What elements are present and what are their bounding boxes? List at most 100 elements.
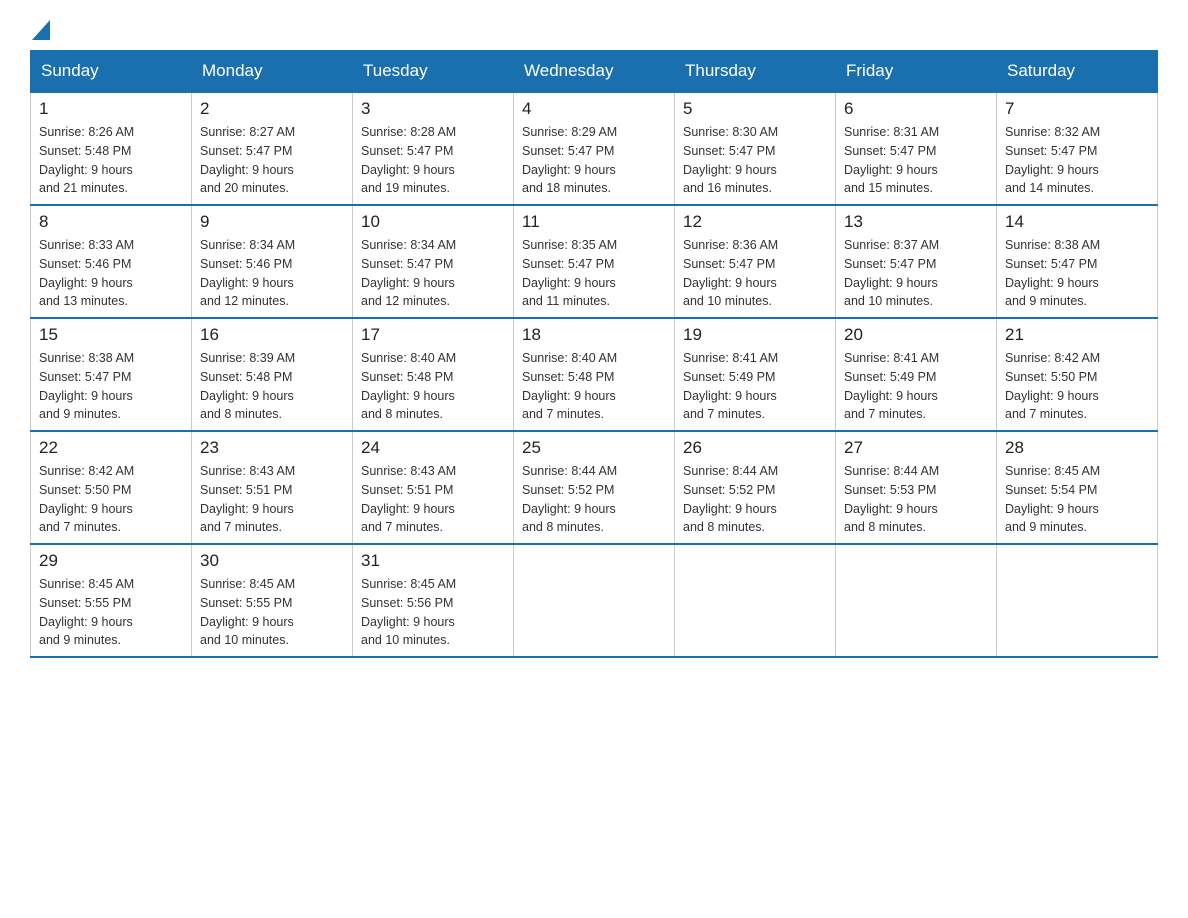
calendar-cell: 30 Sunrise: 8:45 AMSunset: 5:55 PMDaylig… <box>192 544 353 657</box>
day-number: 5 <box>683 99 827 119</box>
calendar-week-row: 8 Sunrise: 8:33 AMSunset: 5:46 PMDayligh… <box>31 205 1158 318</box>
calendar-cell: 24 Sunrise: 8:43 AMSunset: 5:51 PMDaylig… <box>353 431 514 544</box>
day-info: Sunrise: 8:41 AMSunset: 5:49 PMDaylight:… <box>844 349 988 424</box>
day-info: Sunrise: 8:38 AMSunset: 5:47 PMDaylight:… <box>39 349 183 424</box>
calendar-cell: 14 Sunrise: 8:38 AMSunset: 5:47 PMDaylig… <box>997 205 1158 318</box>
day-number: 8 <box>39 212 183 232</box>
day-number: 24 <box>361 438 505 458</box>
day-info: Sunrise: 8:35 AMSunset: 5:47 PMDaylight:… <box>522 236 666 311</box>
day-info: Sunrise: 8:28 AMSunset: 5:47 PMDaylight:… <box>361 123 505 198</box>
calendar-cell: 21 Sunrise: 8:42 AMSunset: 5:50 PMDaylig… <box>997 318 1158 431</box>
weekday-header-row: SundayMondayTuesdayWednesdayThursdayFrid… <box>31 51 1158 93</box>
day-number: 7 <box>1005 99 1149 119</box>
day-number: 9 <box>200 212 344 232</box>
day-info: Sunrise: 8:44 AMSunset: 5:52 PMDaylight:… <box>522 462 666 537</box>
day-number: 18 <box>522 325 666 345</box>
calendar-cell: 11 Sunrise: 8:35 AMSunset: 5:47 PMDaylig… <box>514 205 675 318</box>
day-info: Sunrise: 8:40 AMSunset: 5:48 PMDaylight:… <box>361 349 505 424</box>
calendar-cell: 7 Sunrise: 8:32 AMSunset: 5:47 PMDayligh… <box>997 92 1158 205</box>
calendar-cell: 27 Sunrise: 8:44 AMSunset: 5:53 PMDaylig… <box>836 431 997 544</box>
day-info: Sunrise: 8:41 AMSunset: 5:49 PMDaylight:… <box>683 349 827 424</box>
day-info: Sunrise: 8:39 AMSunset: 5:48 PMDaylight:… <box>200 349 344 424</box>
day-number: 1 <box>39 99 183 119</box>
day-info: Sunrise: 8:44 AMSunset: 5:52 PMDaylight:… <box>683 462 827 537</box>
day-info: Sunrise: 8:44 AMSunset: 5:53 PMDaylight:… <box>844 462 988 537</box>
day-number: 28 <box>1005 438 1149 458</box>
calendar-cell: 22 Sunrise: 8:42 AMSunset: 5:50 PMDaylig… <box>31 431 192 544</box>
calendar-cell <box>997 544 1158 657</box>
calendar-cell: 20 Sunrise: 8:41 AMSunset: 5:49 PMDaylig… <box>836 318 997 431</box>
day-number: 23 <box>200 438 344 458</box>
day-info: Sunrise: 8:34 AMSunset: 5:46 PMDaylight:… <box>200 236 344 311</box>
calendar-cell: 5 Sunrise: 8:30 AMSunset: 5:47 PMDayligh… <box>675 92 836 205</box>
weekday-header-sunday: Sunday <box>31 51 192 93</box>
calendar-cell: 12 Sunrise: 8:36 AMSunset: 5:47 PMDaylig… <box>675 205 836 318</box>
calendar-cell: 9 Sunrise: 8:34 AMSunset: 5:46 PMDayligh… <box>192 205 353 318</box>
calendar-table: SundayMondayTuesdayWednesdayThursdayFrid… <box>30 50 1158 658</box>
day-number: 13 <box>844 212 988 232</box>
calendar-week-row: 29 Sunrise: 8:45 AMSunset: 5:55 PMDaylig… <box>31 544 1158 657</box>
day-info: Sunrise: 8:31 AMSunset: 5:47 PMDaylight:… <box>844 123 988 198</box>
day-number: 19 <box>683 325 827 345</box>
day-number: 2 <box>200 99 344 119</box>
calendar-cell: 4 Sunrise: 8:29 AMSunset: 5:47 PMDayligh… <box>514 92 675 205</box>
weekday-header-tuesday: Tuesday <box>353 51 514 93</box>
calendar-week-row: 1 Sunrise: 8:26 AMSunset: 5:48 PMDayligh… <box>31 92 1158 205</box>
day-number: 26 <box>683 438 827 458</box>
calendar-week-row: 15 Sunrise: 8:38 AMSunset: 5:47 PMDaylig… <box>31 318 1158 431</box>
day-number: 3 <box>361 99 505 119</box>
day-info: Sunrise: 8:34 AMSunset: 5:47 PMDaylight:… <box>361 236 505 311</box>
calendar-cell: 19 Sunrise: 8:41 AMSunset: 5:49 PMDaylig… <box>675 318 836 431</box>
day-info: Sunrise: 8:43 AMSunset: 5:51 PMDaylight:… <box>361 462 505 537</box>
day-info: Sunrise: 8:42 AMSunset: 5:50 PMDaylight:… <box>39 462 183 537</box>
day-info: Sunrise: 8:26 AMSunset: 5:48 PMDaylight:… <box>39 123 183 198</box>
weekday-header-wednesday: Wednesday <box>514 51 675 93</box>
day-number: 27 <box>844 438 988 458</box>
day-info: Sunrise: 8:45 AMSunset: 5:55 PMDaylight:… <box>39 575 183 650</box>
day-info: Sunrise: 8:42 AMSunset: 5:50 PMDaylight:… <box>1005 349 1149 424</box>
day-number: 4 <box>522 99 666 119</box>
calendar-cell: 31 Sunrise: 8:45 AMSunset: 5:56 PMDaylig… <box>353 544 514 657</box>
calendar-cell: 10 Sunrise: 8:34 AMSunset: 5:47 PMDaylig… <box>353 205 514 318</box>
day-info: Sunrise: 8:27 AMSunset: 5:47 PMDaylight:… <box>200 123 344 198</box>
day-info: Sunrise: 8:40 AMSunset: 5:48 PMDaylight:… <box>522 349 666 424</box>
day-info: Sunrise: 8:45 AMSunset: 5:54 PMDaylight:… <box>1005 462 1149 537</box>
calendar-cell: 26 Sunrise: 8:44 AMSunset: 5:52 PMDaylig… <box>675 431 836 544</box>
day-number: 20 <box>844 325 988 345</box>
calendar-cell: 25 Sunrise: 8:44 AMSunset: 5:52 PMDaylig… <box>514 431 675 544</box>
day-number: 14 <box>1005 212 1149 232</box>
calendar-week-row: 22 Sunrise: 8:42 AMSunset: 5:50 PMDaylig… <box>31 431 1158 544</box>
calendar-cell <box>836 544 997 657</box>
calendar-cell <box>675 544 836 657</box>
day-info: Sunrise: 8:37 AMSunset: 5:47 PMDaylight:… <box>844 236 988 311</box>
day-info: Sunrise: 8:32 AMSunset: 5:47 PMDaylight:… <box>1005 123 1149 198</box>
weekday-header-saturday: Saturday <box>997 51 1158 93</box>
day-info: Sunrise: 8:45 AMSunset: 5:56 PMDaylight:… <box>361 575 505 650</box>
day-info: Sunrise: 8:30 AMSunset: 5:47 PMDaylight:… <box>683 123 827 198</box>
day-number: 12 <box>683 212 827 232</box>
day-number: 17 <box>361 325 505 345</box>
calendar-cell: 29 Sunrise: 8:45 AMSunset: 5:55 PMDaylig… <box>31 544 192 657</box>
calendar-cell: 6 Sunrise: 8:31 AMSunset: 5:47 PMDayligh… <box>836 92 997 205</box>
day-number: 31 <box>361 551 505 571</box>
day-number: 29 <box>39 551 183 571</box>
logo <box>30 20 50 40</box>
calendar-cell: 2 Sunrise: 8:27 AMSunset: 5:47 PMDayligh… <box>192 92 353 205</box>
calendar-cell: 28 Sunrise: 8:45 AMSunset: 5:54 PMDaylig… <box>997 431 1158 544</box>
day-number: 22 <box>39 438 183 458</box>
day-info: Sunrise: 8:36 AMSunset: 5:47 PMDaylight:… <box>683 236 827 311</box>
day-number: 25 <box>522 438 666 458</box>
calendar-cell: 23 Sunrise: 8:43 AMSunset: 5:51 PMDaylig… <box>192 431 353 544</box>
calendar-cell: 13 Sunrise: 8:37 AMSunset: 5:47 PMDaylig… <box>836 205 997 318</box>
day-number: 15 <box>39 325 183 345</box>
calendar-cell: 16 Sunrise: 8:39 AMSunset: 5:48 PMDaylig… <box>192 318 353 431</box>
calendar-cell: 8 Sunrise: 8:33 AMSunset: 5:46 PMDayligh… <box>31 205 192 318</box>
day-number: 6 <box>844 99 988 119</box>
day-info: Sunrise: 8:45 AMSunset: 5:55 PMDaylight:… <box>200 575 344 650</box>
logo-triangle-icon <box>32 20 50 40</box>
calendar-cell: 17 Sunrise: 8:40 AMSunset: 5:48 PMDaylig… <box>353 318 514 431</box>
day-info: Sunrise: 8:29 AMSunset: 5:47 PMDaylight:… <box>522 123 666 198</box>
day-info: Sunrise: 8:43 AMSunset: 5:51 PMDaylight:… <box>200 462 344 537</box>
day-number: 21 <box>1005 325 1149 345</box>
day-info: Sunrise: 8:38 AMSunset: 5:47 PMDaylight:… <box>1005 236 1149 311</box>
